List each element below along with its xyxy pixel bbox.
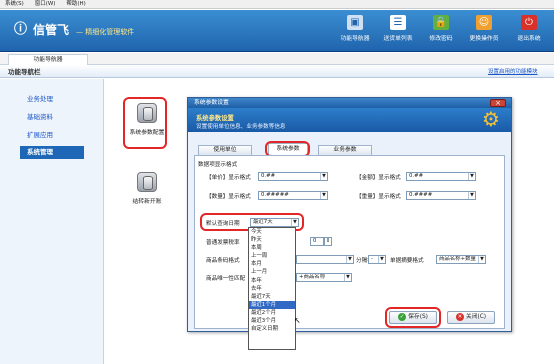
logo-tagline: — 精细化管理软件 <box>76 28 135 36</box>
barcode-label: 商品条码格式 <box>206 258 240 264</box>
toolbar-exit-button[interactable]: ⏻ 退出系统 <box>506 15 552 51</box>
chevron-down-icon: ▼ <box>346 256 353 263</box>
dropdown-option[interactable]: 最近2个月 <box>249 309 295 317</box>
cursor-icon: ↖ <box>294 316 301 325</box>
toolbar-change-password-button[interactable]: 🔒 修改密码 <box>418 15 464 51</box>
dropdown-option[interactable]: 今天 <box>249 228 295 236</box>
close-icon[interactable]: × <box>490 99 506 107</box>
toolbar-delivery-list-button[interactable]: ☰ 送货单列表 <box>375 15 421 51</box>
database-refresh-icon <box>137 172 157 192</box>
dialog-heading: 系统参数设置 <box>196 115 234 122</box>
dropdown-option[interactable]: 上一周 <box>249 252 295 260</box>
key-lock-icon: 🔒 <box>433 15 449 30</box>
tab-organization[interactable]: 使用单位 <box>198 145 252 155</box>
close-icon: ✕ <box>455 312 464 321</box>
chevron-down-icon: ▼ <box>468 192 475 199</box>
menu-bar: 系统(S) 窗口(W) 帮助(H) <box>0 0 554 9</box>
chevron-down-icon: ▼ <box>468 173 475 180</box>
user-icon: ☺ <box>476 15 492 30</box>
list-icon: ☰ <box>390 15 406 30</box>
chevron-down-icon: ▼ <box>478 256 485 263</box>
feature-carry-forward[interactable]: 结转新开账 <box>123 172 171 205</box>
toolbar-label: 修改密码 <box>429 36 453 42</box>
unique-match-select[interactable]: +商品名称 ▼ <box>296 273 352 282</box>
dialog-titlebar: 系统参数设置 <box>188 98 511 108</box>
dropdown-option[interactable]: 本月 <box>249 260 295 268</box>
toolbar-navigator-button[interactable]: ▣ 功能导航器 <box>332 15 378 51</box>
separator-select[interactable]: - ▼ <box>368 255 386 264</box>
feature-label: 结转新开账 <box>132 199 162 205</box>
chevron-down-icon: ▼ <box>378 256 385 263</box>
tab-function-navigator[interactable]: 功能导航器 <box>8 54 88 65</box>
date-dropdown-list: 今天 昨天 本周 上一周 本月 上一月 本年 去年 最近7天 最近1个月 最近2… <box>248 227 296 350</box>
dropdown-option-selected[interactable]: 最近1个月 <box>249 300 295 309</box>
menu-help[interactable]: 帮助(H) <box>66 0 85 9</box>
summary-format-select[interactable]: 商品名称+数量 ▼ <box>436 255 486 264</box>
sidebar <box>0 79 104 364</box>
toolbar-change-operator-button[interactable]: ☺ 更换操作员 <box>461 15 507 51</box>
dropdown-option[interactable]: 本年 <box>249 277 295 285</box>
invoice-tax-label: 普通发票税率 <box>206 240 240 246</box>
quantity-label: 【数量】显示格式 <box>206 194 251 200</box>
amount-select[interactable]: 0.## ▼ <box>406 172 476 181</box>
tab-panel <box>194 155 505 329</box>
nav-title: 功能导航栏 <box>8 68 41 76</box>
dropdown-option[interactable]: 最近3个月 <box>249 317 295 325</box>
section-title: 数据项显示格式 <box>198 162 238 168</box>
sidebar-item-extensions[interactable]: 扩展应用 <box>27 129 53 139</box>
sidebar-item-business[interactable]: 业务处理 <box>27 93 53 103</box>
menu-system[interactable]: 系统(S) <box>5 0 24 9</box>
enable-modules-link[interactable]: 设置启用的功能模块 <box>488 66 538 78</box>
chevron-down-icon: ▼ <box>320 192 327 199</box>
invoice-tax-input[interactable]: 0 <box>310 237 324 246</box>
dropdown-option[interactable]: 去年 <box>249 285 295 293</box>
toolbar-label: 退出系统 <box>517 36 541 42</box>
power-icon: ⏻ <box>521 15 537 30</box>
stepper-icon[interactable]: ⇕ <box>324 237 332 246</box>
logo-icon: ⓘ <box>14 22 28 37</box>
highlight-frame <box>385 307 441 328</box>
toolbar-label: 更换操作员 <box>469 36 499 42</box>
system-params-dialog: 系统参数设置 × 系统参数设置 设置使用单位信息、业务参数等信息 ⚙ 使用单位 … <box>187 97 512 332</box>
dropdown-option[interactable]: 本周 <box>249 244 295 252</box>
navigator-icon: ▣ <box>347 15 363 30</box>
logo-name: 信管飞 <box>33 23 70 37</box>
tab-business-params[interactable]: 业务参数 <box>318 145 372 155</box>
quantity-select[interactable]: 0.##### ▼ <box>258 191 328 200</box>
highlight-frame <box>123 97 167 149</box>
gear-icon: ⚙ <box>482 107 500 131</box>
unit-price-label: 【单价】显示格式 <box>206 175 251 181</box>
dialog-subheading: 设置使用单位信息、业务参数等信息 <box>196 124 286 130</box>
chevron-down-icon: ▼ <box>320 173 327 180</box>
amount-label: 【金额】显示格式 <box>356 175 401 181</box>
close-button[interactable]: ✕ 关闭(C) <box>447 311 495 324</box>
summary-format-label: 单据摘要格式 <box>390 258 424 264</box>
dropdown-option[interactable]: 自定义日期 <box>249 325 295 333</box>
sidebar-item-system-management[interactable]: 系统管理 <box>20 146 84 159</box>
menu-window[interactable]: 窗口(W) <box>35 0 56 9</box>
toolbar-label: 送货单列表 <box>383 36 413 42</box>
dropdown-option[interactable]: 昨天 <box>249 236 295 244</box>
chevron-down-icon: ▼ <box>344 274 351 281</box>
barcode-select[interactable]: ▼ <box>296 255 354 264</box>
dropdown-option[interactable]: 上一月 <box>249 268 295 276</box>
sidebar-item-basic-data[interactable]: 基础资料 <box>27 111 53 121</box>
dropdown-option[interactable]: 最近7天 <box>249 293 295 301</box>
toolbar-label: 功能导航器 <box>340 36 370 42</box>
weight-label: 【重量】显示格式 <box>356 194 401 200</box>
weight-select[interactable]: 0.#### ▼ <box>406 191 476 200</box>
nav-header <box>0 66 554 78</box>
unit-price-select[interactable]: 0.## ▼ <box>258 172 328 181</box>
unique-match-label: 商品唯一性匹配 <box>206 276 246 282</box>
